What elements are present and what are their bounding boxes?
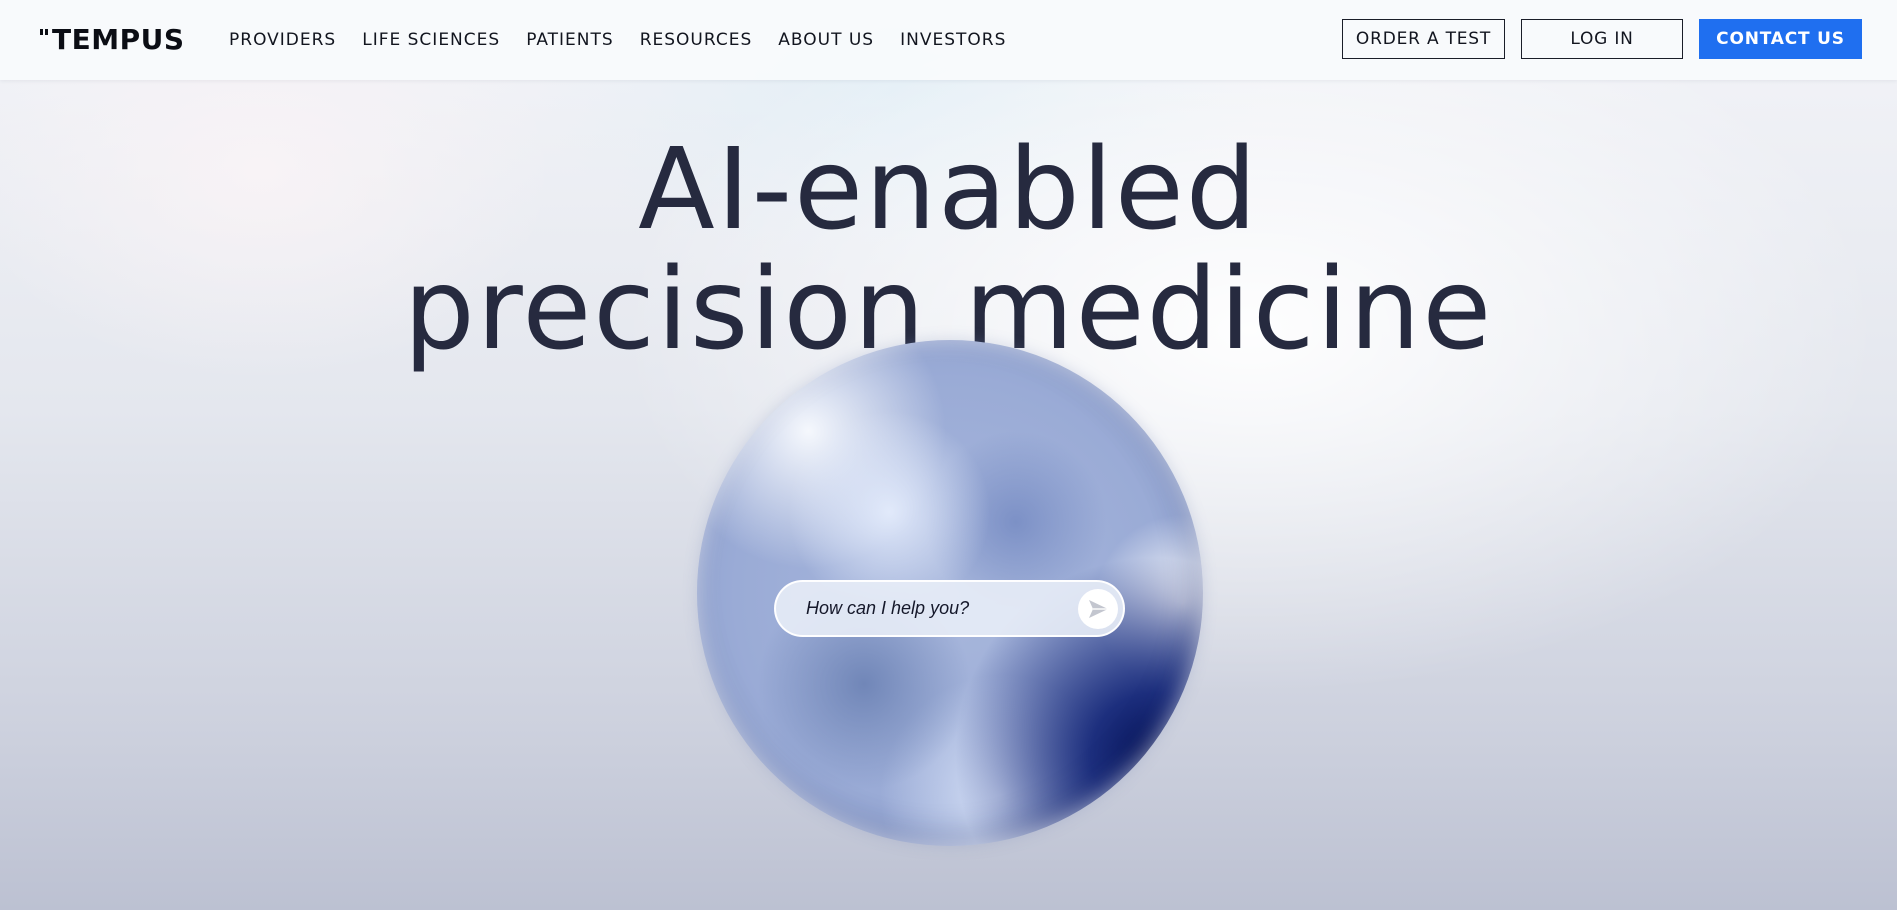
logo-tick-marks-icon (40, 29, 52, 39)
nav-item-life-sciences[interactable]: LIFE SCIENCES (362, 30, 500, 50)
tempus-logo[interactable]: TEMPUS (40, 23, 185, 57)
hero-title: AI-enabled precision medicine (0, 130, 1897, 370)
chat-prompt-box (774, 580, 1125, 637)
nav-item-resources[interactable]: RESOURCES (640, 30, 753, 50)
send-button[interactable] (1078, 589, 1118, 629)
paper-plane-icon (1089, 600, 1108, 618)
hero-title-line-1: AI-enabled (638, 125, 1259, 255)
nav-item-patients[interactable]: PATIENTS (526, 30, 614, 50)
log-in-button[interactable]: LOG IN (1521, 19, 1683, 59)
main-nav: PROVIDERS LIFE SCIENCES PATIENTS RESOURC… (229, 0, 1006, 80)
nav-item-providers[interactable]: PROVIDERS (229, 30, 336, 50)
chat-input[interactable] (806, 582, 1056, 635)
order-a-test-button[interactable]: ORDER A TEST (1342, 19, 1505, 59)
nav-item-investors[interactable]: INVESTORS (900, 30, 1006, 50)
contact-us-button[interactable]: CONTACT US (1699, 19, 1862, 59)
nav-item-about-us[interactable]: ABOUT US (778, 30, 874, 50)
logo-text: TEMPUS (52, 23, 185, 56)
site-header: TEMPUS PROVIDERS LIFE SCIENCES PATIENTS … (0, 0, 1897, 80)
